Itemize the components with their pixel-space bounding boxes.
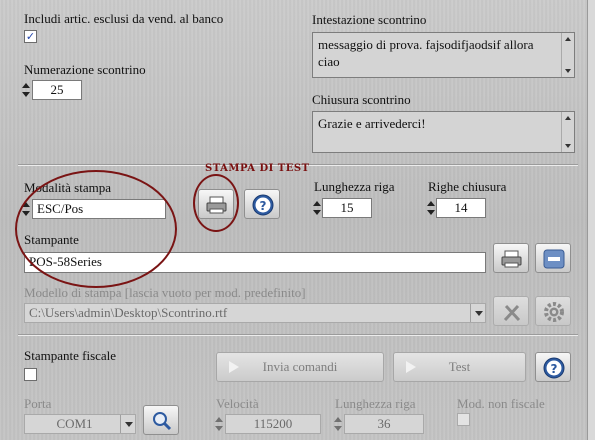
numerazione-stepper[interactable] (22, 80, 30, 100)
play-icon (406, 361, 416, 373)
settings-button[interactable] (535, 296, 571, 326)
remove-icon (543, 249, 565, 269)
chiusura-textarea[interactable]: Grazie e arrivederci! (312, 111, 575, 153)
numerazione-field[interactable]: 25 (32, 80, 82, 100)
lunghezza-riga-field[interactable]: 15 (322, 198, 372, 218)
include-excluded-label: Includi artic. esclusi da vend. al banco (24, 11, 224, 26)
intestazione-scrollbar[interactable] (561, 33, 574, 77)
porta-value: COM1 (56, 416, 93, 431)
fiscal-lunghezza-riga-field[interactable]: 36 (344, 414, 424, 434)
remove-printer-button[interactable] (535, 243, 571, 273)
porta-dropdown-arrow[interactable] (120, 415, 135, 433)
invia-comandi-button[interactable]: Invia comandi (216, 352, 384, 382)
search-port-button[interactable] (143, 405, 179, 435)
righe-chiusura-field[interactable]: 14 (436, 198, 486, 218)
help-icon: ? (543, 357, 565, 379)
fiscal-help-button[interactable]: ? (535, 352, 571, 382)
velocita-label: Velocità (216, 396, 259, 411)
mod-non-fiscale-checkbox[interactable] (457, 413, 470, 426)
help-glyph: ? (551, 362, 558, 376)
intestazione-text: messaggio di prova. fajsodifjaodsif allo… (318, 37, 534, 69)
righe-chiusura-stepper[interactable] (427, 198, 435, 218)
chiusura-scrollbar[interactable] (561, 112, 574, 152)
intestazione-label: Intestazione scontrino (312, 12, 427, 27)
select-printer-button[interactable] (493, 243, 529, 273)
separator-bottom (18, 334, 578, 336)
test-button[interactable]: Test (393, 352, 526, 382)
chiusura-text: Grazie e arrivederci! (318, 116, 426, 131)
modello-label: Modello di stampa [lascia vuoto per mod.… (24, 285, 306, 300)
stampa-di-test-annotation: STAMPA DI TEST (205, 163, 310, 174)
velocita-field[interactable]: 115200 (225, 414, 321, 434)
fiscale-checkbox[interactable] (24, 368, 37, 381)
modello-field[interactable]: C:\Users\admin\Desktop\Scontrino.rtf (24, 303, 486, 323)
annotation-ring-small (193, 174, 239, 232)
help-icon: ? (252, 194, 274, 216)
fiscale-label: Stampante fiscale (24, 348, 117, 363)
numerazione-label: Numerazione scontrino (24, 62, 146, 77)
invia-comandi-label: Invia comandi (262, 359, 338, 374)
annotation-ring-large (15, 170, 177, 288)
tools-icon (503, 304, 521, 322)
righe-chiusura-label: Righe chiusura (428, 179, 507, 194)
fiscal-lunghezza-riga-label: Lunghezza riga (335, 396, 416, 411)
tools-button[interactable] (493, 296, 529, 326)
include-excluded-checkbox[interactable]: ✓ (24, 30, 37, 43)
help-glyph: ? (260, 199, 267, 213)
lunghezza-riga-label: Lunghezza riga (314, 179, 395, 194)
chiusura-label: Chiusura scontrino (312, 92, 411, 107)
velocita-stepper[interactable] (215, 414, 223, 434)
intestazione-textarea[interactable]: messaggio di prova. fajsodifjaodsif allo… (312, 32, 575, 78)
test-label: Test (448, 359, 471, 374)
porta-select[interactable]: COM1 (24, 414, 136, 434)
printer-icon (501, 250, 522, 268)
lunghezza-riga-stepper[interactable] (313, 198, 321, 218)
modello-dropdown-arrow[interactable] (470, 304, 485, 322)
help-button[interactable]: ? (244, 189, 280, 219)
settings-gear-icon (544, 302, 564, 322)
modello-value: C:\Users\admin\Desktop\Scontrino.rtf (29, 305, 228, 320)
play-icon (229, 361, 239, 373)
window-right-edge (587, 0, 595, 440)
search-icon (153, 412, 172, 431)
porta-label: Porta (24, 396, 52, 411)
mod-non-fiscale-label: Mod. non fiscale (457, 396, 545, 411)
fiscal-lunghezza-riga-stepper[interactable] (334, 414, 342, 434)
